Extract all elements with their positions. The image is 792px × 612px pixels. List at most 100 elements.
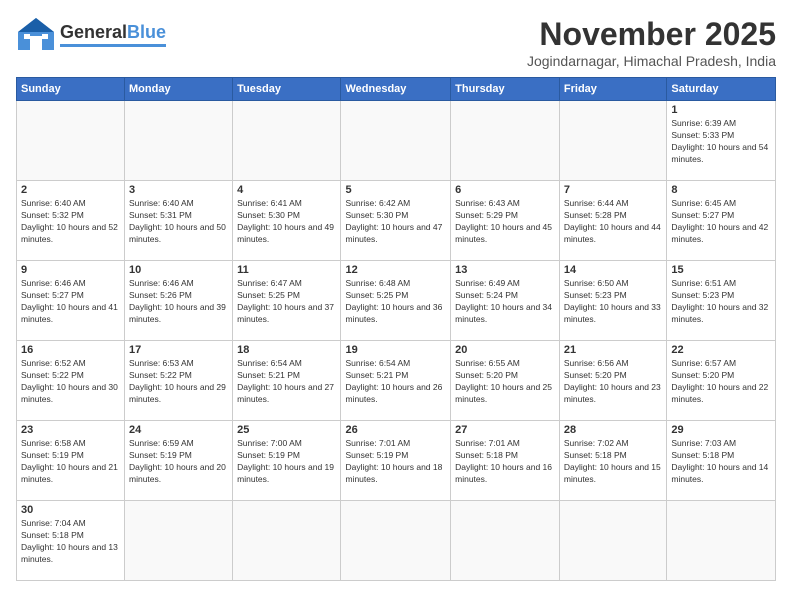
day-detail: Sunrise: 6:54 AMSunset: 5:21 PMDaylight:… bbox=[345, 358, 446, 406]
weekday-header-wednesday: Wednesday bbox=[341, 78, 451, 101]
weekday-header-saturday: Saturday bbox=[667, 78, 776, 101]
day-number: 17 bbox=[129, 344, 228, 356]
day-cell bbox=[125, 101, 233, 181]
weekday-header-sunday: Sunday bbox=[17, 78, 125, 101]
weekday-header-row: SundayMondayTuesdayWednesdayThursdayFrid… bbox=[17, 78, 776, 101]
day-detail: Sunrise: 6:50 AMSunset: 5:23 PMDaylight:… bbox=[564, 278, 662, 326]
day-detail: Sunrise: 6:59 AMSunset: 5:19 PMDaylight:… bbox=[129, 438, 228, 486]
day-cell: 21 Sunrise: 6:56 AMSunset: 5:20 PMDayligh… bbox=[559, 341, 666, 421]
week-row-0: 1 Sunrise: 6:39 AMSunset: 5:33 PMDaylight… bbox=[17, 101, 776, 181]
day-detail: Sunrise: 6:52 AMSunset: 5:22 PMDaylight:… bbox=[21, 358, 120, 406]
day-detail: Sunrise: 6:46 AMSunset: 5:26 PMDaylight:… bbox=[129, 278, 228, 326]
day-number: 21 bbox=[564, 344, 662, 356]
day-number: 2 bbox=[21, 184, 120, 196]
day-detail: Sunrise: 6:42 AMSunset: 5:30 PMDaylight:… bbox=[345, 198, 446, 246]
day-number: 8 bbox=[671, 184, 771, 196]
day-detail: Sunrise: 6:40 AMSunset: 5:31 PMDaylight:… bbox=[129, 198, 228, 246]
day-detail: Sunrise: 6:55 AMSunset: 5:20 PMDaylight:… bbox=[455, 358, 555, 406]
day-detail: Sunrise: 6:43 AMSunset: 5:29 PMDaylight:… bbox=[455, 198, 555, 246]
week-row-3: 16 Sunrise: 6:52 AMSunset: 5:22 PMDayligh… bbox=[17, 341, 776, 421]
day-cell bbox=[341, 101, 451, 181]
logo-text: GeneralBlue bbox=[60, 22, 166, 43]
week-row-4: 23Sunrise: 6:58 AMSunset: 5:19 PMDayligh… bbox=[17, 421, 776, 501]
day-number: 12 bbox=[345, 264, 446, 276]
day-number: 5 bbox=[345, 184, 446, 196]
day-detail: Sunrise: 7:04 AMSunset: 5:18 PMDaylight:… bbox=[21, 518, 120, 566]
day-cell: 14 Sunrise: 6:50 AMSunset: 5:23 PMDayligh… bbox=[559, 261, 666, 341]
day-cell: 13Sunrise: 6:49 AMSunset: 5:24 PMDayligh… bbox=[451, 261, 560, 341]
day-detail: Sunrise: 6:39 AMSunset: 5:33 PMDaylight:… bbox=[671, 118, 771, 166]
day-detail: Sunrise: 6:57 AMSunset: 5:20 PMDaylight:… bbox=[671, 358, 771, 406]
day-cell: 18Sunrise: 6:54 AMSunset: 5:21 PMDayligh… bbox=[233, 341, 341, 421]
day-number: 26 bbox=[345, 424, 446, 436]
day-cell bbox=[17, 101, 125, 181]
day-cell bbox=[233, 501, 341, 581]
location: Jogindarnagar, Himachal Pradesh, India bbox=[527, 53, 776, 69]
day-cell: 12Sunrise: 6:48 AMSunset: 5:25 PMDayligh… bbox=[341, 261, 451, 341]
day-number: 29 bbox=[671, 424, 771, 436]
day-cell bbox=[667, 501, 776, 581]
day-number: 16 bbox=[21, 344, 120, 356]
day-detail: Sunrise: 6:44 AMSunset: 5:28 PMDaylight:… bbox=[564, 198, 662, 246]
day-cell: 29 Sunrise: 7:03 AMSunset: 5:18 PMDayligh… bbox=[667, 421, 776, 501]
day-detail: Sunrise: 6:45 AMSunset: 5:27 PMDaylight:… bbox=[671, 198, 771, 246]
day-cell: 9 Sunrise: 6:46 AMSunset: 5:27 PMDaylight… bbox=[17, 261, 125, 341]
day-cell: 11Sunrise: 6:47 AMSunset: 5:25 PMDayligh… bbox=[233, 261, 341, 341]
day-cell: 4 Sunrise: 6:41 AMSunset: 5:30 PMDaylight… bbox=[233, 181, 341, 261]
week-row-5: 30Sunrise: 7:04 AMSunset: 5:18 PMDayligh… bbox=[17, 501, 776, 581]
day-cell: 7Sunrise: 6:44 AMSunset: 5:28 PMDaylight… bbox=[559, 181, 666, 261]
day-cell: 16 Sunrise: 6:52 AMSunset: 5:22 PMDayligh… bbox=[17, 341, 125, 421]
day-detail: Sunrise: 6:41 AMSunset: 5:30 PMDaylight:… bbox=[237, 198, 336, 246]
day-cell: 8 Sunrise: 6:45 AMSunset: 5:27 PMDaylight… bbox=[667, 181, 776, 261]
day-cell bbox=[559, 501, 666, 581]
weekday-header-thursday: Thursday bbox=[451, 78, 560, 101]
day-cell: 2 Sunrise: 6:40 AMSunset: 5:32 PMDaylight… bbox=[17, 181, 125, 261]
day-detail: Sunrise: 7:03 AMSunset: 5:18 PMDaylight:… bbox=[671, 438, 771, 486]
day-cell: 1 Sunrise: 6:39 AMSunset: 5:33 PMDaylight… bbox=[667, 101, 776, 181]
day-detail: Sunrise: 6:40 AMSunset: 5:32 PMDaylight:… bbox=[21, 198, 120, 246]
day-detail: Sunrise: 6:53 AMSunset: 5:22 PMDaylight:… bbox=[129, 358, 228, 406]
day-number: 14 bbox=[564, 264, 662, 276]
day-cell bbox=[559, 101, 666, 181]
day-detail: Sunrise: 6:51 AMSunset: 5:23 PMDaylight:… bbox=[671, 278, 771, 326]
day-cell: 10Sunrise: 6:46 AMSunset: 5:26 PMDayligh… bbox=[125, 261, 233, 341]
day-number: 1 bbox=[671, 104, 771, 116]
day-number: 24 bbox=[129, 424, 228, 436]
day-cell: 3 Sunrise: 6:40 AMSunset: 5:31 PMDaylight… bbox=[125, 181, 233, 261]
month-title: November 2025 bbox=[527, 16, 776, 53]
page-header: GeneralBlue November 2025 Jogindarnagar,… bbox=[16, 16, 776, 69]
day-cell: 26 Sunrise: 7:01 AMSunset: 5:19 PMDayligh… bbox=[341, 421, 451, 501]
day-number: 9 bbox=[21, 264, 120, 276]
logo-icon bbox=[16, 16, 56, 52]
day-detail: Sunrise: 6:46 AMSunset: 5:27 PMDaylight:… bbox=[21, 278, 120, 326]
day-cell: 20 Sunrise: 6:55 AMSunset: 5:20 PMDayligh… bbox=[451, 341, 560, 421]
day-cell bbox=[451, 101, 560, 181]
day-number: 15 bbox=[671, 264, 771, 276]
day-number: 20 bbox=[455, 344, 555, 356]
day-detail: Sunrise: 6:54 AMSunset: 5:21 PMDaylight:… bbox=[237, 358, 336, 406]
week-row-1: 2 Sunrise: 6:40 AMSunset: 5:32 PMDaylight… bbox=[17, 181, 776, 261]
day-cell bbox=[451, 501, 560, 581]
week-row-2: 9 Sunrise: 6:46 AMSunset: 5:27 PMDaylight… bbox=[17, 261, 776, 341]
day-detail: Sunrise: 7:02 AMSunset: 5:18 PMDaylight:… bbox=[564, 438, 662, 486]
day-cell: 24 Sunrise: 6:59 AMSunset: 5:19 PMDayligh… bbox=[125, 421, 233, 501]
day-number: 13 bbox=[455, 264, 555, 276]
day-detail: Sunrise: 7:01 AMSunset: 5:19 PMDaylight:… bbox=[345, 438, 446, 486]
day-number: 4 bbox=[237, 184, 336, 196]
day-cell: 27Sunrise: 7:01 AMSunset: 5:18 PMDayligh… bbox=[451, 421, 560, 501]
day-detail: Sunrise: 7:00 AMSunset: 5:19 PMDaylight:… bbox=[237, 438, 336, 486]
day-number: 28 bbox=[564, 424, 662, 436]
day-detail: Sunrise: 6:58 AMSunset: 5:19 PMDaylight:… bbox=[21, 438, 120, 486]
day-detail: Sunrise: 6:47 AMSunset: 5:25 PMDaylight:… bbox=[237, 278, 336, 326]
day-detail: Sunrise: 7:01 AMSunset: 5:18 PMDaylight:… bbox=[455, 438, 555, 486]
weekday-header-friday: Friday bbox=[559, 78, 666, 101]
day-cell: 6Sunrise: 6:43 AMSunset: 5:29 PMDaylight… bbox=[451, 181, 560, 261]
day-number: 3 bbox=[129, 184, 228, 196]
calendar-table: SundayMondayTuesdayWednesdayThursdayFrid… bbox=[16, 77, 776, 581]
day-cell bbox=[125, 501, 233, 581]
weekday-header-tuesday: Tuesday bbox=[233, 78, 341, 101]
day-detail: Sunrise: 6:56 AMSunset: 5:20 PMDaylight:… bbox=[564, 358, 662, 406]
day-number: 25 bbox=[237, 424, 336, 436]
day-cell: 28 Sunrise: 7:02 AMSunset: 5:18 PMDayligh… bbox=[559, 421, 666, 501]
day-number: 19 bbox=[345, 344, 446, 356]
